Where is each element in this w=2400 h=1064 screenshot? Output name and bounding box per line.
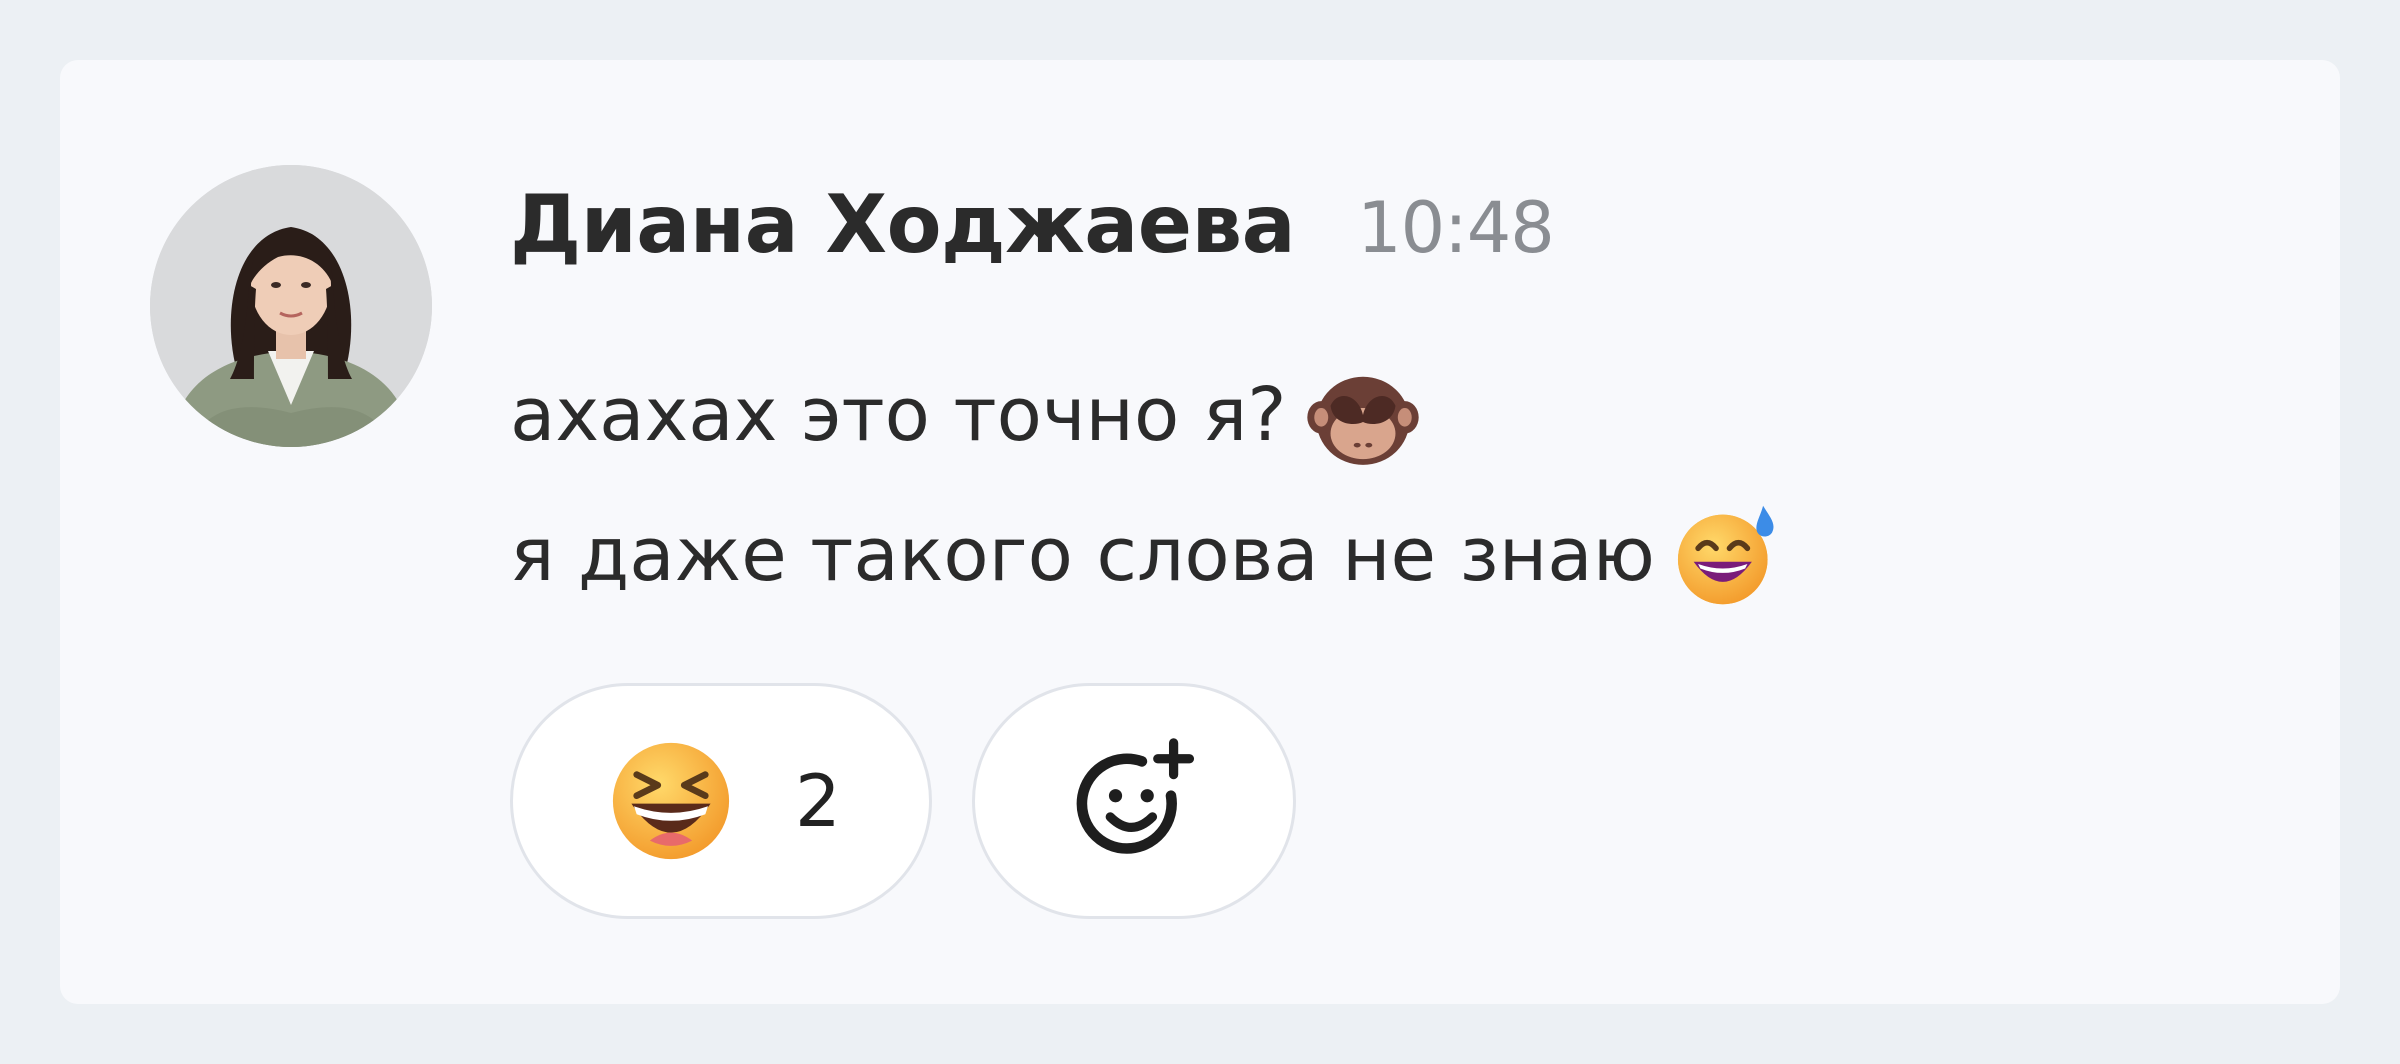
message-line-1: ахахах это точно я? xyxy=(510,360,1421,470)
avatar[interactable] xyxy=(150,165,432,447)
avatar-photo xyxy=(150,165,432,447)
grinning-sweat-icon xyxy=(1669,499,1781,611)
reaction-count: 2 xyxy=(795,759,841,843)
add-reaction-button[interactable] xyxy=(972,683,1296,919)
reaction-pill[interactable]: 2 xyxy=(510,683,932,919)
message-line-2: я даже такого слова не знаю xyxy=(510,500,1781,610)
message-header: Диана Ходжаева 10:48 xyxy=(510,178,1555,288)
add-reaction-icon xyxy=(1068,735,1200,867)
message-text: я даже такого слова не знаю xyxy=(510,512,1655,598)
see-no-evil-monkey-icon xyxy=(1305,357,1421,473)
message-card: Диана Ходжаева 10:48 ахахах это точно я?… xyxy=(60,60,2340,1004)
message-time: 10:48 xyxy=(1357,187,1555,269)
message-text: ахахах это точно я? xyxy=(510,372,1287,458)
laughing-squinting-face-icon xyxy=(605,735,737,867)
author-name[interactable]: Диана Ходжаева xyxy=(510,178,1296,271)
